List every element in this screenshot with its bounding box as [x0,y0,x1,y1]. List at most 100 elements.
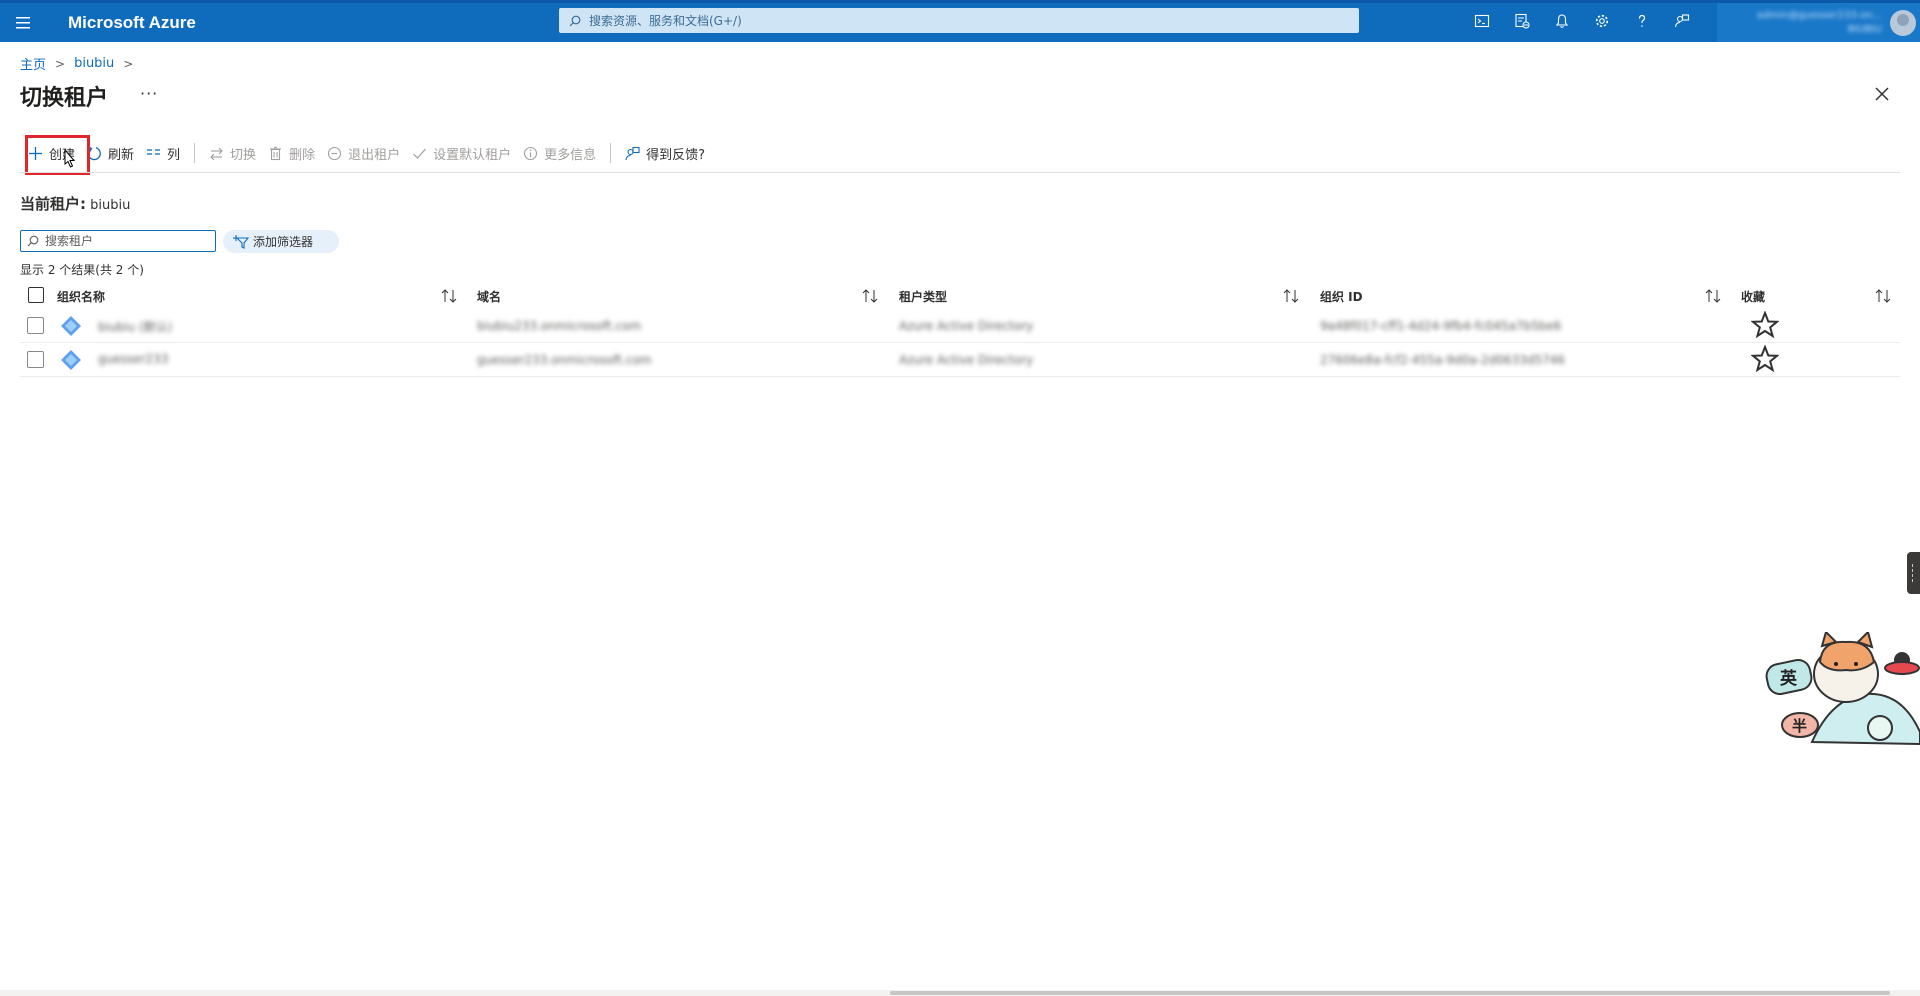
toolbar-divider-line [20,172,1900,173]
command-bar: 创建 刷新 列 切换 删除 退出租户 设置默认租户 更多信息 得到反馈? [22,140,711,166]
hamburger-icon [16,16,30,28]
brand-title[interactable]: Microsoft Azure [68,13,196,33]
side-panel-handle[interactable] [1907,552,1920,594]
chevron-right-icon: > [55,56,66,71]
mascot-badge-left-text: 英 [1780,668,1798,689]
settings-button[interactable] [1582,1,1622,41]
switch-arrows-icon [210,147,223,160]
azure-ad-tenant-icon [61,316,81,336]
tenant-type-cell: Azure Active Directory [899,319,1034,333]
column-header-favorite[interactable]: 收藏 [1741,288,1765,305]
column-header-org-name[interactable]: 组织名称 [57,288,105,305]
tenant-search[interactable] [20,230,216,252]
row-checkbox[interactable] [27,317,44,334]
breadcrumb: 主页 > biubiu > [20,54,142,73]
mascot-cat-eye [1854,662,1858,666]
select-all-checkbox[interactable] [28,287,44,303]
leave-tenant-button[interactable]: 退出租户 [321,140,406,166]
sort-arrows-icon[interactable] [1282,289,1300,303]
info-icon [524,146,538,160]
global-search-input[interactable] [587,12,1351,29]
settings-gear-icon [1595,14,1609,28]
cloud-shell-icon [1474,14,1490,28]
tenant-table: 组织名称 域名 租户类型 组织 ID 收藏 biubiu (默认) biubiu… [20,283,1900,377]
help-button[interactable] [1622,1,1662,41]
column-header-domain[interactable]: 域名 [477,288,501,305]
column-header-org-id[interactable]: 组织 ID [1320,288,1363,305]
more-info-button[interactable]: 更多信息 [517,140,602,166]
more-info-label: 更多信息 [544,147,597,163]
directory-subscription-icon [1515,13,1530,29]
star-icon[interactable] [1751,345,1779,373]
azure-ad-tenant-icon [61,350,81,370]
table-header: 组织名称 域名 租户类型 组织 ID 收藏 [20,283,1900,307]
table-row[interactable]: biubiu (默认) biubiu233.onmicrosoft.com Az… [20,309,1900,343]
switch-button[interactable]: 切换 [203,140,262,166]
directory-subscription-button[interactable] [1502,1,1542,41]
tenant-type-cell: Azure Active Directory [899,353,1034,367]
current-tenant-label: 当前租户: [20,195,86,213]
mascot-cat-eye [1834,662,1838,666]
breadcrumb-home[interactable]: 主页 [20,54,46,73]
help-question-icon [1638,14,1646,27]
switch-label: 切换 [230,147,257,163]
close-icon[interactable] [1872,84,1892,104]
org-name-cell: guesser233 [98,352,169,366]
feedback-person-icon [625,146,640,160]
portal-menu-button[interactable] [0,3,46,43]
domain-cell: biubiu233.onmicrosoft.com [477,319,642,333]
notifications-button[interactable] [1542,1,1582,41]
sort-arrows-icon[interactable] [1874,289,1892,303]
horizontal-scrollbar[interactable] [0,990,1920,996]
create-button-highlight [25,135,90,175]
row-checkbox[interactable] [27,351,44,368]
domain-cell: guesser233.onmicrosoft.com [477,353,652,367]
delete-button[interactable]: 删除 [262,140,321,166]
feedback-icon [1674,14,1690,28]
minus-circle-icon [328,146,342,160]
mascot-pedestal [1884,661,1920,675]
tenant-search-input[interactable] [43,233,207,249]
ime-mascot-widget[interactable]: 英 半 [1762,632,1920,747]
add-filter-button[interactable]: 添加筛选器 [223,230,339,253]
toolbar-divider [194,143,196,163]
sort-arrows-icon[interactable] [440,289,458,303]
global-search[interactable] [559,8,1359,33]
search-icon [27,235,39,247]
feedback-button[interactable]: 得到反馈? [619,140,711,166]
sort-arrows-icon[interactable] [1704,289,1722,303]
more-options-button[interactable]: ··· [140,84,158,103]
star-icon[interactable] [1751,311,1779,339]
breadcrumb-biubiu[interactable]: biubiu [74,56,114,71]
current-tenant-value: biubiu [90,198,131,213]
toolbar-divider [610,143,612,163]
org-name-cell: biubiu (默认) [98,320,173,334]
mouse-cursor-icon [64,149,76,168]
mascot-cat-head [1818,640,1876,672]
checkmark-icon [413,148,427,159]
feedback-label: 得到反馈? [646,147,706,163]
trash-icon [270,146,282,160]
account-tenant: BIUBIU [1847,23,1882,35]
columns-button[interactable]: 列 [140,140,186,166]
chevron-right-icon: > [123,56,134,71]
set-default-button[interactable]: 设置默认租户 [406,140,517,166]
account-info: admin@guesser233.on... BIUBIU [1757,9,1882,37]
sort-arrows-icon[interactable] [861,289,879,303]
feedback-button[interactable] [1662,1,1702,41]
filter-add-icon [233,234,249,249]
cloud-shell-button[interactable] [1462,1,1502,41]
current-tenant: 当前租户: biubiu [20,193,130,214]
page-title: 切换租户 [20,86,109,111]
mascot-smile-button [1867,715,1893,741]
account-menu[interactable]: admin@guesser233.on... BIUBIU [1717,3,1920,42]
set-default-label: 设置默认租户 [433,147,512,163]
account-email: admin@guesser233.on... [1756,9,1882,21]
leave-tenant-label: 退出租户 [348,147,401,163]
column-header-tenant-type[interactable]: 租户类型 [899,288,947,305]
avatar[interactable] [1890,9,1916,36]
columns-icon [147,148,161,155]
top-icon-bar [1462,0,1702,42]
table-row[interactable]: guesser233 guesser233.onmicrosoft.com Az… [20,343,1900,377]
org-id-cell: 9a48f017-cff1-4d24-9fb4-fc045a7b5be6 [1320,319,1562,333]
